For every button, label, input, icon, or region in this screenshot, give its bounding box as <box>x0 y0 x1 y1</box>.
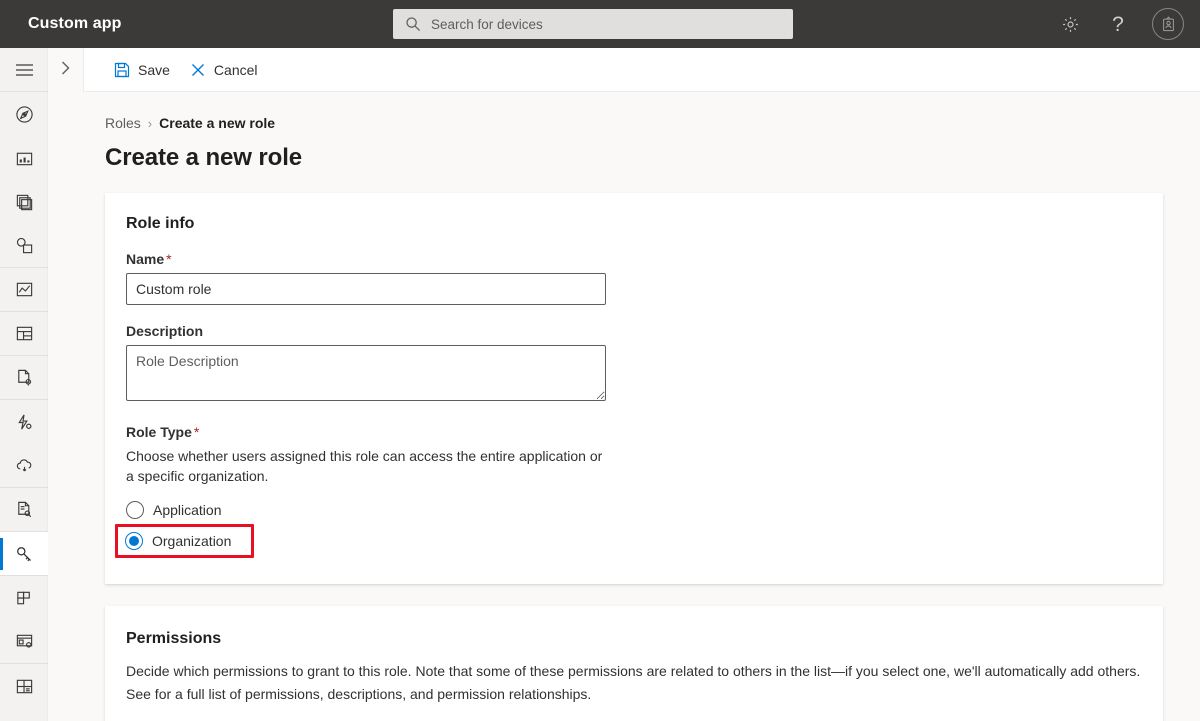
dashboards-grid-icon <box>15 324 34 343</box>
main-content: Roles › Create a new role Create a new r… <box>48 92 1200 721</box>
description-textarea[interactable] <box>126 345 606 401</box>
top-app-bar: Custom app ? <box>0 0 1200 48</box>
sidebar-item-customize-app[interactable] <box>0 620 48 664</box>
expand-nav-button[interactable] <box>48 48 84 92</box>
app-settings-grid-icon <box>15 677 34 696</box>
permissions-title: Permissions <box>126 630 222 647</box>
description-field-group: Description <box>126 323 1139 406</box>
settings-icon[interactable] <box>1046 0 1094 48</box>
radio-circle-selected-icon <box>125 532 143 550</box>
organization-highlight-box: Organization <box>115 524 255 558</box>
sidebar-item-devices[interactable] <box>0 136 48 180</box>
breadcrumb-separator-icon: › <box>147 115 153 131</box>
customize-app-icon <box>15 632 34 651</box>
role-type-help-text: Choose whether users assigned this role … <box>126 448 603 484</box>
description-label: Description <box>126 323 204 339</box>
dashboard-compass-icon <box>15 105 34 124</box>
search-input[interactable] <box>431 16 771 32</box>
name-label: Name * <box>126 251 1139 267</box>
name-required-mark: * <box>166 251 172 267</box>
help-question-glyph: ? <box>1112 12 1124 36</box>
global-search-box[interactable] <box>393 9 793 39</box>
save-button[interactable]: Save <box>104 52 180 88</box>
app-templates-icon <box>15 589 34 608</box>
role-info-title: Role info <box>126 215 195 232</box>
radio-circle-icon <box>126 501 144 519</box>
avatar <box>1152 8 1184 40</box>
device-groups-icon <box>15 236 34 255</box>
breadcrumb-current: Create a new role <box>159 115 276 131</box>
radio-label-application: Application <box>153 502 222 518</box>
radio-option-application[interactable]: Application <box>126 496 228 524</box>
sidebar-item-device-templates[interactable] <box>0 180 48 224</box>
account-avatar[interactable] <box>1142 0 1190 48</box>
page-title: Create a new role <box>105 144 303 171</box>
top-bar-actions: ? <box>1046 0 1190 48</box>
cancel-button[interactable]: Cancel <box>180 52 268 88</box>
role-type-field-group: Role Type * Choose whether users assigned… <box>115 424 1139 558</box>
command-bar: Save Cancel <box>84 48 1200 92</box>
sidebar-item-audit-logs[interactable] <box>0 488 48 532</box>
cancel-button-label: Cancel <box>213 61 258 78</box>
name-label-text: Name <box>126 251 165 267</box>
left-nav-rail <box>0 48 48 721</box>
breadcrumb-roles[interactable]: Roles <box>105 115 141 131</box>
name-input[interactable] <box>126 273 606 305</box>
permissions-key-icon <box>14 544 34 564</box>
sidebar-item-menu[interactable] <box>0 48 48 92</box>
audit-log-icon <box>15 500 34 519</box>
save-button-label: Save <box>138 61 170 78</box>
jobs-cloud-icon <box>15 456 34 475</box>
search-icon <box>405 16 421 32</box>
chevron-right-icon <box>59 59 72 82</box>
sidebar-item-data-export[interactable] <box>0 356 48 400</box>
data-export-icon <box>15 368 34 387</box>
rules-icon <box>15 413 34 432</box>
radio-label-organization: Organization <box>152 533 232 549</box>
analytics-bar-icon <box>15 149 34 168</box>
device-templates-icon <box>15 193 34 212</box>
permissions-card: Permissions Decide which permissions to … <box>105 606 1163 721</box>
radio-option-organization[interactable]: Organization <box>125 528 237 554</box>
analytics-line-icon <box>15 280 34 299</box>
help-icon[interactable]: ? <box>1094 0 1142 48</box>
sidebar-item-app-settings[interactable] <box>0 664 48 708</box>
app-title: Custom app <box>28 15 122 32</box>
sidebar-item-analytics[interactable] <box>0 268 48 312</box>
breadcrumb: Roles › Create a new role <box>105 114 1200 132</box>
sidebar-item-permissions[interactable] <box>0 532 48 576</box>
role-info-card: Role info Name* Description Role Type* C… <box>105 193 1163 584</box>
close-x-icon <box>190 62 206 78</box>
hamburger-menu-icon <box>15 63 34 77</box>
permissions-description: Decide which permissions to grant to thi… <box>126 663 1141 702</box>
sidebar-item-dashboard[interactable] <box>0 92 48 136</box>
sidebar-item-device-groups[interactable] <box>0 224 48 268</box>
role-type-label: Role Type * <box>126 424 1139 440</box>
sidebar-item-rules[interactable] <box>0 400 48 444</box>
sidebar-item-app-templates[interactable] <box>0 576 48 620</box>
sidebar-item-dashboards[interactable] <box>0 312 48 356</box>
sidebar-item-jobs[interactable] <box>0 444 48 488</box>
role-type-required-mark: * <box>193 424 200 440</box>
name-field-group: Name * <box>126 251 1139 305</box>
save-disk-icon <box>114 62 130 78</box>
role-type-label-text: Role Type <box>126 424 192 440</box>
